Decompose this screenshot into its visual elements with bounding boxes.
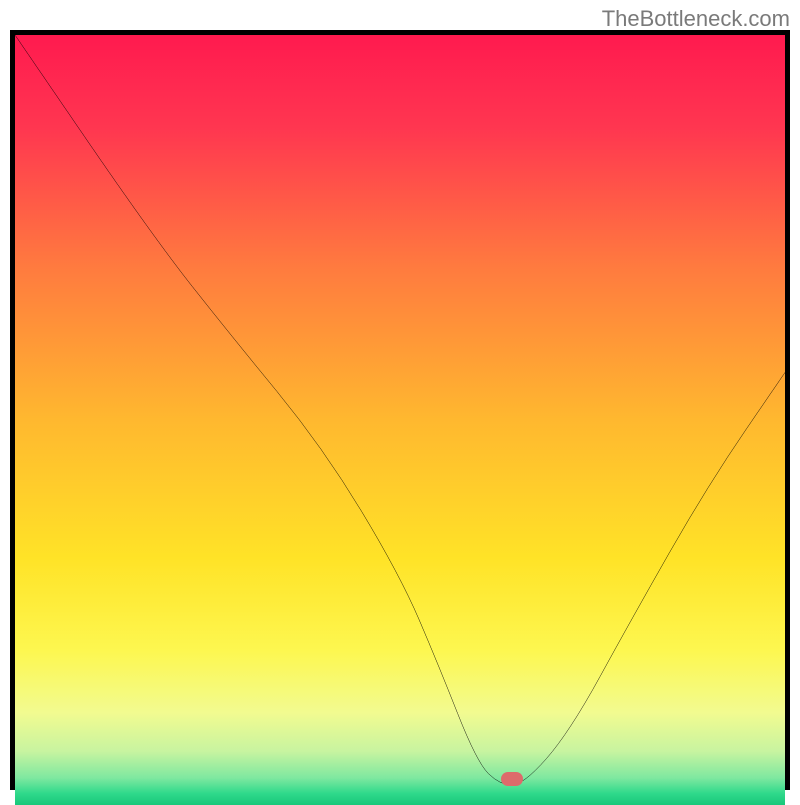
chart-frame [10, 30, 790, 790]
attribution-text: TheBottleneck.com [602, 6, 790, 32]
optimal-point-marker [501, 772, 523, 786]
bottleneck-curve [15, 35, 785, 785]
